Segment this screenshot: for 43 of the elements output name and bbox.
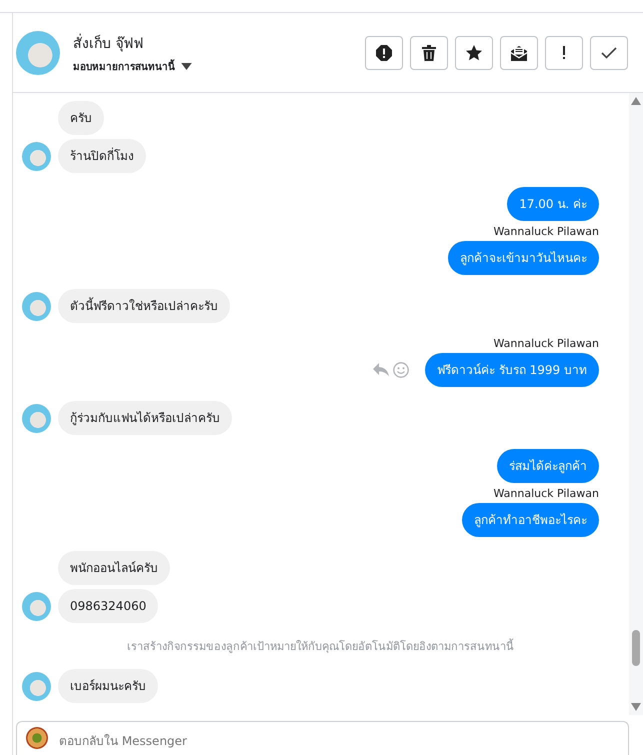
star-icon: [466, 44, 482, 60]
message-bubble: ลูกค้าทำอาชีพอะไรคะ: [462, 503, 599, 537]
message-bubble: พนักออนไลน์ครับ: [58, 551, 170, 585]
system-notice: เราสร้างกิจกรรมของลูกค้าเป้าหมายให้กับคุณโดยอัตโนมัติโดยอิงตามการสนทนานี้: [127, 638, 514, 655]
envelope-icon: [511, 44, 527, 60]
message-bubble: 0986324060: [58, 589, 158, 623]
sender-name: Wannaluck Pilawan: [494, 337, 599, 350]
delete-button[interactable]: [410, 36, 448, 70]
avatar: [22, 404, 51, 432]
mark-unread-button[interactable]: [500, 36, 538, 70]
checkmark-icon: [601, 46, 617, 58]
avatar: [22, 142, 51, 170]
message-bubble: ตัวนี้ฟรีดาวใช่หรือเปล่าคะรับ: [58, 289, 230, 323]
message-bubble: ร่สมได้ค่ะลูกค้า: [497, 449, 599, 483]
scroll-up-icon[interactable]: [631, 97, 641, 105]
spam-button[interactable]: [365, 36, 403, 70]
avatar: [16, 30, 60, 74]
message-bubble: 17.00 น. ค่ะ: [507, 187, 599, 221]
important-button[interactable]: [545, 36, 583, 70]
star-button[interactable]: [455, 36, 493, 70]
assign-conversation-link[interactable]: มอบหมายการสนทนานี้: [73, 58, 175, 74]
trash-icon: [422, 44, 436, 60]
avatar: [22, 592, 51, 620]
caret-icon[interactable]: [181, 62, 192, 70]
avatar: [22, 672, 51, 700]
message-bubble: ลูกค้าจะเข้ามาวันไหนคะ: [448, 241, 599, 275]
scrollbar-thumb[interactable]: [632, 630, 640, 666]
message-bubble: เบอร์ผมนะครับ: [58, 669, 158, 703]
alert-octagon-icon: [376, 44, 392, 60]
reply-field[interactable]: ตอบกลับใน Messenger: [16, 721, 629, 755]
done-button[interactable]: [590, 36, 628, 70]
avatar: [22, 292, 51, 320]
contact-name: สั่งเก็บ จุ๊ฟฟ: [73, 32, 144, 54]
message-bubble: กู้ร่วมกับแฟนได้หรือเปล่าครับ: [58, 401, 232, 435]
reply-icon[interactable]: [373, 363, 390, 377]
sender-name: Wannaluck Pilawan: [494, 487, 599, 500]
message-bubble: ฟรีดาวน์ค่ะ รับรถ 1999 บาท: [425, 353, 599, 387]
exclamation-icon: [562, 46, 566, 60]
message-bubble: ครับ: [58, 101, 104, 135]
scroll-down-icon[interactable]: [631, 703, 641, 711]
message-bubble: ร้านปิดกี่โมง: [58, 139, 146, 173]
smiley-icon[interactable]: [393, 362, 410, 378]
sender-name: Wannaluck Pilawan: [494, 225, 599, 238]
